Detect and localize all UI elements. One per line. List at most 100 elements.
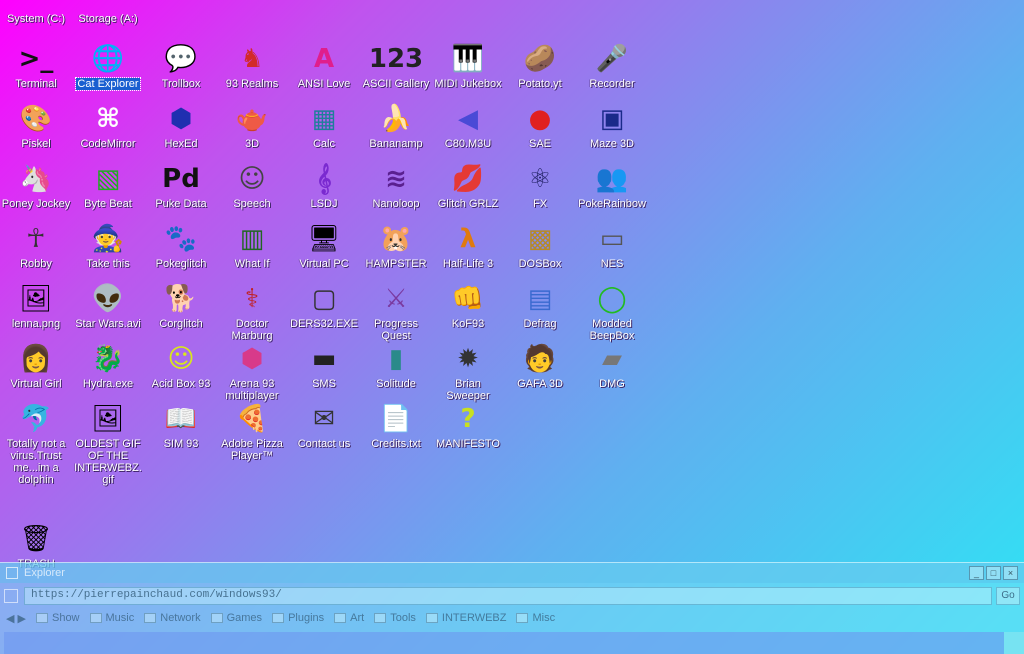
bookmark-folder[interactable]: Network (144, 612, 201, 624)
bytebeat-icon: ▧ (95, 164, 121, 194)
desktop-icon[interactable]: ⚔ Progress Quest (360, 282, 432, 342)
desktop-icon-label: Progress Quest (373, 318, 419, 342)
bookmark-folder[interactable]: Tools (374, 612, 416, 624)
window-content[interactable] (4, 632, 1004, 654)
desktop-icon[interactable]: 👥 PokeRainbow (576, 162, 648, 210)
desktop-icon[interactable]: ▩ DOSBox (504, 222, 576, 270)
desktop-icon[interactable]: 𝄞 LSDJ (288, 162, 360, 210)
desktop-icon[interactable]: 🎨 Piskel (0, 102, 72, 150)
desktop-icon[interactable]: ♞ 93 Realms (216, 42, 288, 90)
desktop-icon-label: Half-Life 3 (442, 258, 494, 270)
desktop-icon[interactable]: >_ Terminal (0, 42, 72, 90)
desktop-icon[interactable]: ✉ Contact us (288, 402, 360, 450)
desktop-icon[interactable]: 🐕 Corglitch (145, 282, 217, 330)
url-input[interactable]: https://pierrepainchaud.com/windows93/ (24, 587, 992, 605)
bookmark-folder[interactable]: INTERWEBZ (425, 612, 506, 624)
desktop-icon[interactable]: A ANSI Love (288, 42, 360, 90)
pokeglitch-icon: 🐾 (164, 224, 198, 254)
desktop-icon[interactable]: ☥ Robby (0, 222, 72, 270)
desktop-icon[interactable]: ▢ DERS32.EXE (288, 282, 360, 330)
desktop-icon[interactable]: 🖼 OLDEST GIF OF THE INTERWEBZ.gif (72, 402, 144, 486)
bookmark-label: Music (105, 612, 135, 624)
bookmark-folder[interactable]: Plugins (272, 612, 324, 624)
desktop-icon[interactable]: ⚕ Doctor Marburg (216, 282, 288, 342)
microphone-icon: 🎤 (595, 44, 629, 74)
nav-arrows[interactable]: ◀ ▶ (6, 612, 26, 625)
desktop-icon[interactable]: ▮ Solitude (360, 342, 432, 390)
window-titlebar[interactable]: Explorer _ □ × (0, 563, 1024, 583)
desktop-icon[interactable]: 🧑 GAFA 3D (504, 342, 576, 390)
desktop-icon[interactable]: 🧙 Take this (72, 222, 144, 270)
window-app-icon (6, 567, 18, 579)
desktop-icon[interactable]: ◯ Modded BeepBox (576, 282, 648, 342)
desktop-icon[interactable]: 👩 Virtual Girl (0, 342, 72, 390)
go-button[interactable]: Go (996, 587, 1020, 605)
desktop-icon[interactable]: ▥ What If (216, 222, 288, 270)
desktop-icon-label: 3D (244, 138, 260, 150)
desktop-icon[interactable]: 🌐 Cat Explorer (72, 42, 144, 91)
mine-icon: ✹ (457, 344, 479, 374)
desktop-icon[interactable]: 🐾 Pokeglitch (145, 222, 217, 270)
bookmark-folder[interactable]: Misc (516, 612, 555, 624)
desktop-icon[interactable]: ⚛ FX (504, 162, 576, 210)
gafa-face-icon: 🧑 (523, 344, 557, 374)
calculator-icon: ▦ (311, 104, 337, 134)
desktop-icon[interactable]: 🥔 Potato.yt (504, 42, 576, 90)
desktop-icon[interactable]: 🐉 Hydra.exe (72, 342, 144, 390)
desktop-icon[interactable]: 🖥 Virtual PC (288, 222, 360, 270)
desktop-icon[interactable]: ≋ Nanoloop (360, 162, 432, 210)
desktop-icon[interactable]: ✹ Brian Sweeper (432, 342, 504, 402)
desktop-icon[interactable]: 🎹 MIDI Jukebox (432, 42, 504, 90)
bookmark-folder[interactable]: Show (35, 612, 80, 624)
desktop-icon[interactable]: ▣ Maze 3D (576, 102, 648, 150)
desktop-icon[interactable]: 🐹 HAMPSTER (360, 222, 432, 270)
keyboard-icon: 🎹 (451, 44, 485, 74)
desktop-icon[interactable]: 🫖 3D (216, 102, 288, 150)
corgi-icon: 🐕 (164, 284, 198, 314)
desktop-icon-label: Trollbox (161, 78, 201, 90)
desktop-icon-label: GAFA 3D (517, 378, 563, 390)
desktop-icon[interactable]: ▦ Calc (288, 102, 360, 150)
desktop-icon[interactable]: System (C:) (0, 0, 72, 25)
desktop-icon[interactable]: 💬 Trollbox (145, 42, 217, 90)
bookmark-folder[interactable]: Art (334, 612, 364, 624)
desktop-icon[interactable]: λ Half-Life 3 (432, 222, 504, 270)
bookmark-folder[interactable]: Music (89, 612, 135, 624)
bookmark-folder[interactable]: Games (210, 612, 263, 624)
desktop-icon[interactable]: 🎤 Recorder (576, 42, 648, 90)
explorer-window[interactable]: Explorer _ □ × https://pierrepainchaud.c… (0, 562, 1024, 654)
desktop-icon[interactable]: Pd Puke Data (145, 162, 217, 210)
desktop-icon[interactable]: 📖 SIM 93 (145, 402, 217, 450)
hydra-dragon-icon: 🐉 (91, 344, 125, 374)
scrollbar[interactable] (1004, 632, 1024, 654)
desktop-icon[interactable]: ▭ NES (576, 222, 648, 270)
desktop-icon[interactable]: ☺ Speech (216, 162, 288, 210)
desktop-icon[interactable]: 🖼 lenna.png (0, 282, 72, 330)
desktop-icon[interactable]: 🍌 Bananamp (360, 102, 432, 150)
desktop-icon[interactable]: 👊 KoF93 (432, 282, 504, 330)
desktop-icon[interactable]: 123 ASCII Gallery (360, 42, 432, 90)
close-button[interactable]: × (1003, 566, 1018, 580)
desktop-icon[interactable]: 🦄 Poney Jockey (0, 162, 72, 210)
desktop-icon[interactable]: 🐬 Totally not a virus.Trust me...im a dol… (0, 402, 72, 486)
bookmark-label: Games (226, 612, 263, 624)
desktop-icon[interactable]: 💋 Glitch GRLZ (432, 162, 504, 210)
desktop-icon[interactable]: 📄 Credits.txt (360, 402, 432, 450)
desktop-icon[interactable]: ● SAE (504, 102, 576, 150)
desktop-icon[interactable]: ⌘ CodeMirror (72, 102, 144, 150)
desktop-icon[interactable]: ⬢ Arena 93 multiplayer (216, 342, 288, 402)
desktop-icon[interactable]: ▬ SMS (288, 342, 360, 390)
desktop-icon[interactable]: ▤ Defrag (504, 282, 576, 330)
desktop-icon[interactable]: 👽 Star Wars.avi (72, 282, 144, 330)
desktop-icon[interactable]: ▰ DMG (576, 342, 648, 390)
desktop-icon[interactable]: Storage (A:) (72, 0, 144, 25)
desktop-icon[interactable]: ⬢ HexEd (145, 102, 217, 150)
desktop-icon[interactable]: ☺ Acid Box 93 (145, 342, 217, 390)
minimize-button[interactable]: _ (969, 566, 984, 580)
desktop-icon-label: Potato.yt (518, 78, 562, 90)
desktop-icon[interactable]: ? MANIFESTO (432, 402, 504, 450)
desktop-icon[interactable]: 🍕 Adobe Pizza Player™ (216, 402, 288, 462)
desktop-icon[interactable]: ◀ C80.M3U (432, 102, 504, 150)
maximize-button[interactable]: □ (986, 566, 1001, 580)
desktop-icon[interactable]: ▧ Byte Beat (72, 162, 144, 210)
